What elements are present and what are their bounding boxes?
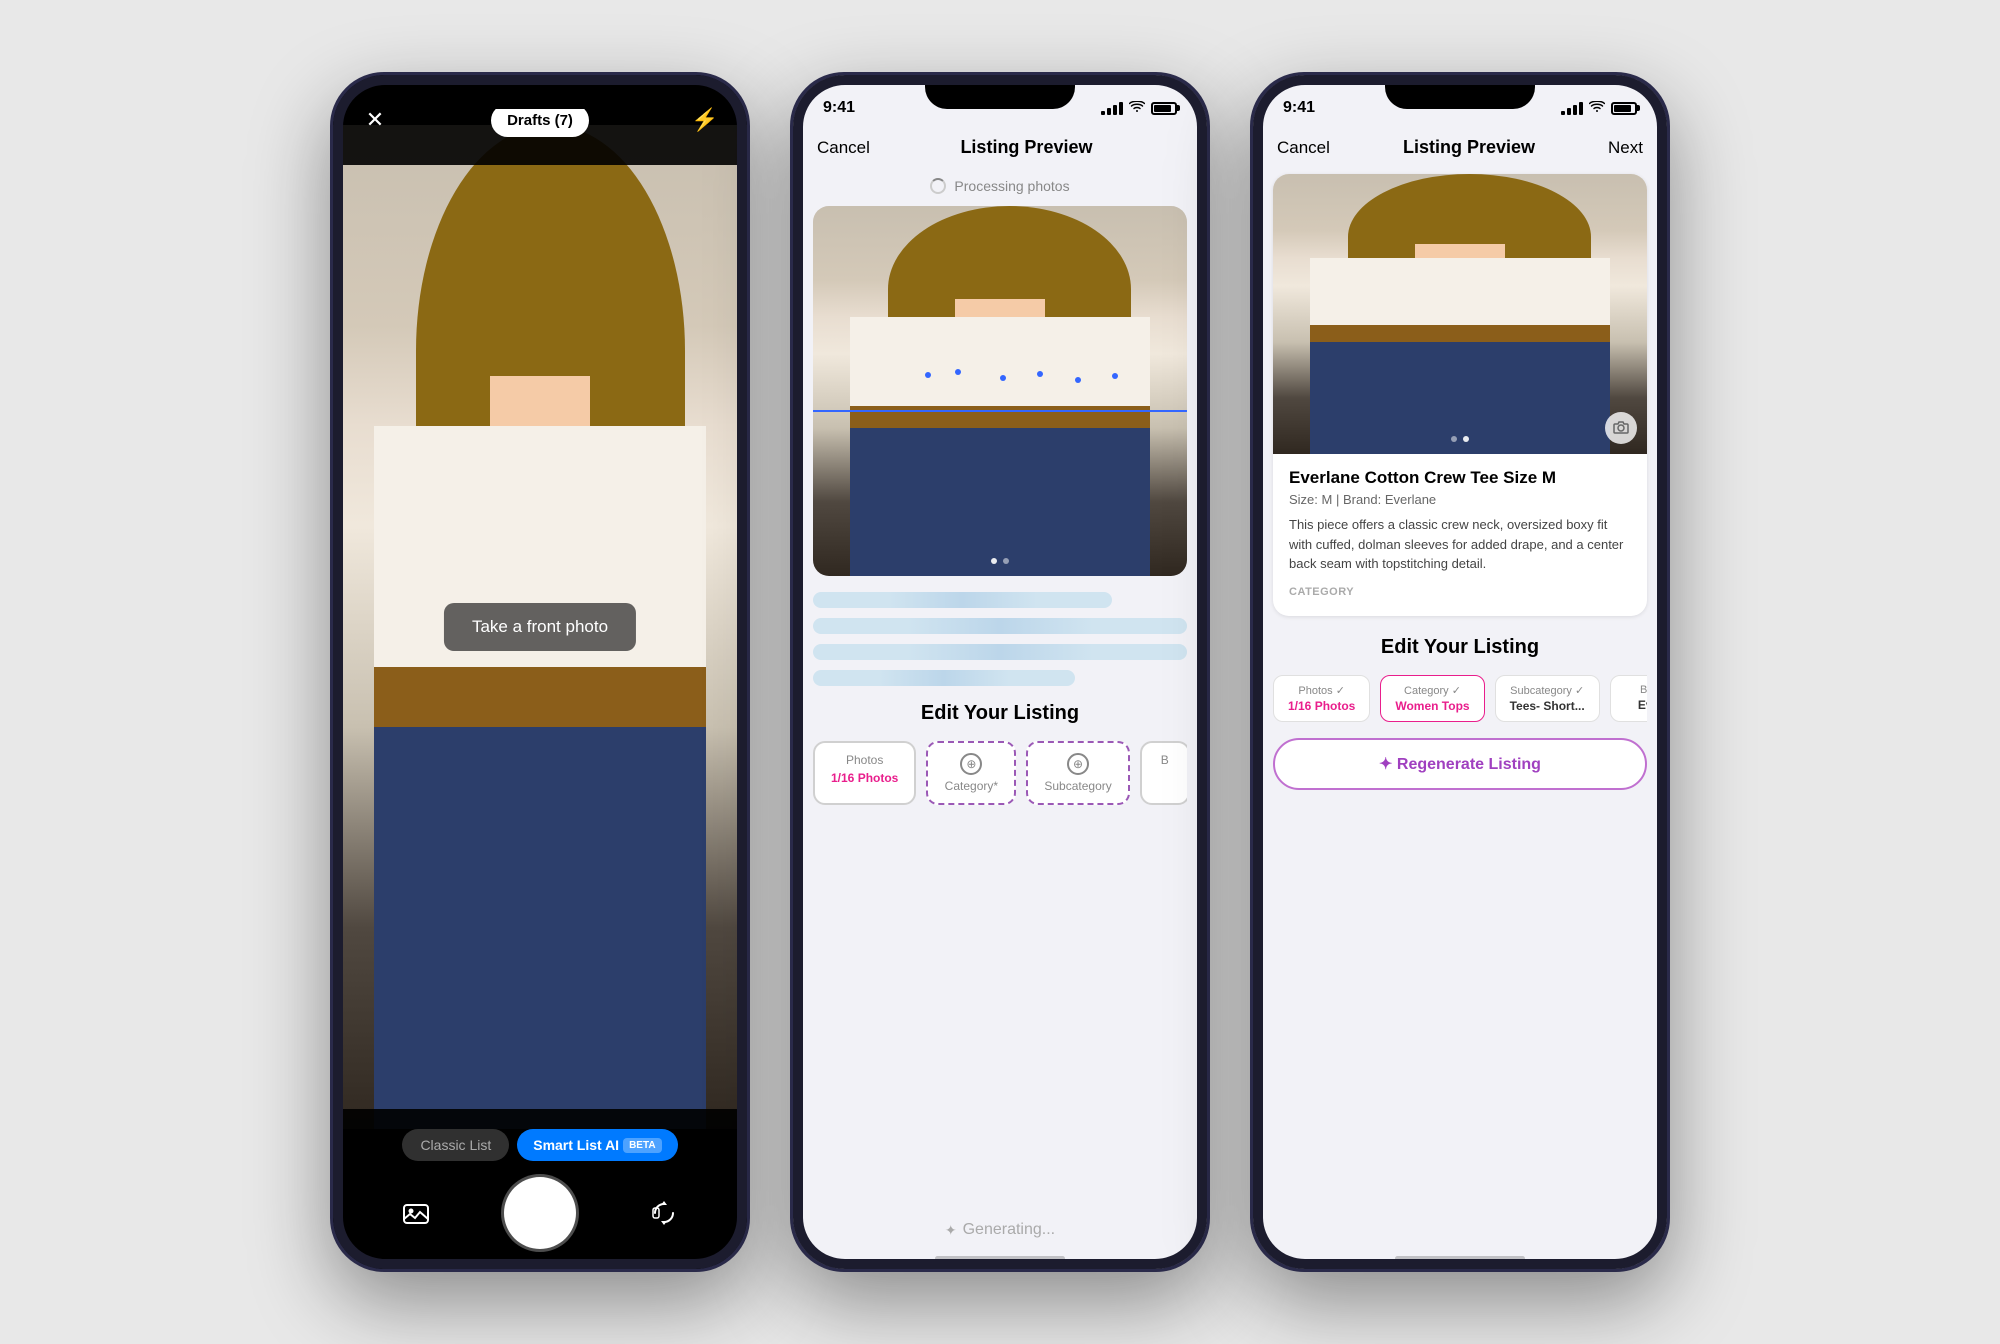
regenerate-button[interactable]: ✦ Regenerate Listing: [1273, 738, 1647, 790]
home-indicator-2: [935, 1256, 1065, 1261]
sparkle-icon: ✦: [945, 1222, 957, 1239]
camera-mode-tabs: Classic List Smart List AI BETA: [402, 1129, 677, 1161]
nav-title-2: Listing Preview: [960, 137, 1092, 158]
camera-edit-button[interactable]: [1605, 412, 1637, 444]
subcategory-tab-sub3: Tees- Short...: [1510, 699, 1585, 713]
scan-dots: [813, 354, 1187, 414]
camera-bottom-bar: Classic List Smart List AI BETA: [333, 1109, 747, 1269]
listing-description: This piece offers a classic crew neck, o…: [1289, 515, 1631, 574]
spinner-icon: [930, 178, 946, 194]
beta-badge: BETA: [623, 1138, 661, 1153]
photos-tab-sub-2: 1/16 Photos: [831, 771, 898, 785]
notch-2: [925, 75, 1075, 109]
photos-tab-label3: Photos ✓: [1298, 684, 1345, 697]
cancel-button-3[interactable]: Cancel: [1277, 138, 1330, 158]
category-label: CATEGORY: [1289, 586, 1631, 598]
edit-listing-title-2: Edit Your Listing: [813, 702, 1187, 725]
processing-text: Processing photos: [954, 178, 1069, 194]
status-time-3: 9:41: [1283, 99, 1315, 117]
image-dot-1: [991, 558, 997, 564]
photos-tab-2[interactable]: Photos 1/16 Photos: [813, 741, 916, 805]
cancel-button-2[interactable]: Cancel: [817, 138, 870, 158]
category-tab-3[interactable]: Category ✓ Women Tops: [1380, 675, 1484, 722]
signal-bars-3: [1561, 102, 1583, 115]
flash-icon[interactable]: ⚡: [687, 102, 723, 138]
gallery-icon[interactable]: [398, 1195, 434, 1231]
notch-1: [465, 75, 615, 109]
nav-title-3: Listing Preview: [1403, 137, 1535, 158]
brand-tab-2[interactable]: B: [1140, 741, 1187, 805]
listing-card-image-3: [1273, 174, 1647, 454]
next-button-3[interactable]: Next: [1608, 138, 1643, 158]
image-dots-2: [991, 558, 1009, 564]
nav-bar-3: Cancel Listing Preview Next: [1253, 129, 1667, 166]
skeleton-line-4: [813, 670, 1075, 686]
category-tab-2[interactable]: ⊕ Category*: [926, 741, 1016, 805]
listing-image-2: [813, 206, 1187, 576]
category-tab-icon-2: ⊕: [960, 753, 982, 775]
smart-list-tab[interactable]: Smart List AI BETA: [517, 1129, 677, 1161]
wifi-icon-3: [1589, 100, 1605, 116]
nav-bar-2: Cancel Listing Preview: [793, 129, 1207, 166]
photos-tab-sub3: 1/16 Photos: [1288, 699, 1355, 713]
card-dot-1: [1451, 436, 1457, 442]
card-dot-2: [1463, 436, 1469, 442]
camera-viewfinder: Take a front photo: [333, 125, 747, 1129]
listing-meta: Size: M | Brand: Everlane: [1289, 492, 1631, 507]
brand-tab-label3: Br...: [1640, 684, 1647, 696]
listing-tabs-2: Photos 1/16 Photos ⊕ Category* ⊕ Subcate…: [813, 741, 1187, 805]
phone-3: 9:41: [1250, 72, 1670, 1272]
status-time-2: 9:41: [823, 99, 855, 117]
classic-list-tab[interactable]: Classic List: [402, 1129, 509, 1161]
status-icons-3: [1561, 100, 1637, 116]
subcategory-tab-2[interactable]: ⊕ Subcategory: [1026, 741, 1129, 805]
listing-tabs-3: Photos ✓ 1/16 Photos Category ✓ Women To…: [1273, 675, 1647, 722]
battery-icon-3: [1611, 102, 1637, 115]
listing-title: Everlane Cotton Crew Tee Size M: [1289, 468, 1631, 488]
notch-3: [1385, 75, 1535, 109]
home-indicator-3: [1395, 1256, 1525, 1261]
subcategory-tab-icon-2: ⊕: [1067, 753, 1089, 775]
camera-image: Take a front photo: [333, 125, 747, 1129]
skeleton-line-1: [813, 592, 1112, 608]
skeleton-line-2: [813, 618, 1187, 634]
processing-banner: Processing photos: [793, 166, 1207, 206]
brand-tab-sub3: Ev...: [1638, 698, 1647, 712]
shutter-button[interactable]: [504, 1177, 576, 1249]
edit-listing-section-3: Edit Your Listing Photos ✓ 1/16 Photos C…: [1253, 624, 1667, 722]
subcategory-tab-label-2: Subcategory: [1044, 779, 1111, 793]
generating-text: Generating...: [963, 1221, 1056, 1239]
phone-2: 9:41: [790, 72, 1210, 1272]
category-tab-label-2: Category*: [945, 779, 998, 793]
generating-bar: ✦ Generating...: [793, 1221, 1207, 1239]
category-tab-sub3: Women Tops: [1395, 699, 1469, 713]
wifi-icon-2: [1129, 100, 1145, 116]
subcategory-tab-label3: Subcategory ✓: [1510, 684, 1584, 697]
listing-card-3: Everlane Cotton Crew Tee Size M Size: M …: [1273, 174, 1647, 616]
subcategory-tab-3[interactable]: Subcategory ✓ Tees- Short...: [1495, 675, 1600, 722]
loading-skeleton: [813, 592, 1187, 686]
close-icon[interactable]: ✕: [357, 102, 393, 138]
camera-controls: [333, 1177, 747, 1249]
skeleton-line-3: [813, 644, 1187, 660]
signal-bars-2: [1101, 102, 1123, 115]
scan-line: [813, 410, 1187, 412]
phone-1: ✕ Drafts (7) ⚡ Take a front phot: [330, 72, 750, 1272]
flip-camera-icon[interactable]: [646, 1195, 682, 1231]
image-dot-2: [1003, 558, 1009, 564]
edit-listing-title-3: Edit Your Listing: [1273, 636, 1647, 659]
brand-tab-label-2: B: [1161, 753, 1169, 767]
listing-card-info-3: Everlane Cotton Crew Tee Size M Size: M …: [1273, 454, 1647, 616]
photo-overlay-text: Take a front photo: [444, 603, 636, 651]
person-silhouette-3: [1273, 174, 1647, 454]
battery-icon-2: [1151, 102, 1177, 115]
category-tab-label3: Category ✓: [1404, 684, 1461, 697]
brand-tab-3[interactable]: Br... Ev...: [1610, 675, 1647, 722]
card-image-overlay-3: [1273, 436, 1647, 442]
edit-listing-section-2: Edit Your Listing Photos 1/16 Photos ⊕ C…: [793, 702, 1207, 805]
photos-tab-label-2: Photos: [846, 753, 883, 767]
status-icons-2: [1101, 100, 1177, 116]
listing-photo-2: [813, 206, 1187, 576]
photos-tab-3[interactable]: Photos ✓ 1/16 Photos: [1273, 675, 1370, 722]
